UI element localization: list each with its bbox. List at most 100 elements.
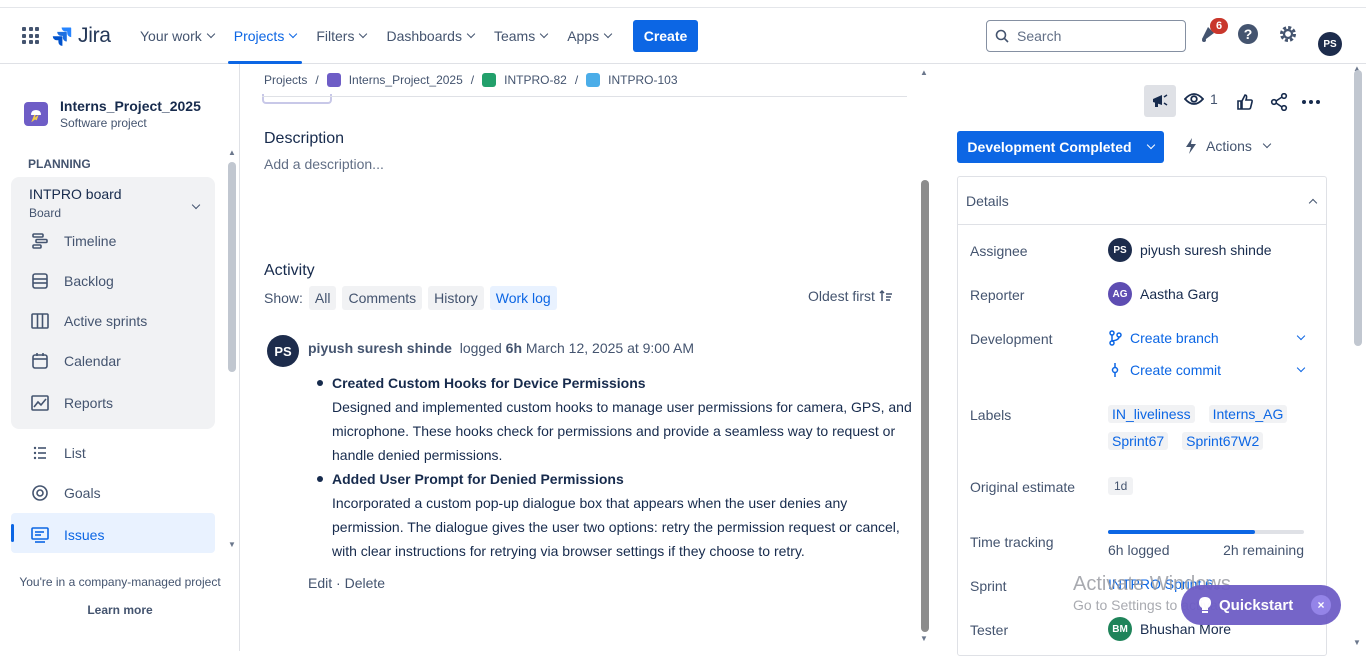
sidebar-item-list[interactable]: List — [30, 443, 86, 463]
sidebar-item-issues[interactable]: Issues — [30, 525, 104, 545]
sidebar-item-calendar[interactable]: Calendar — [30, 351, 121, 371]
description-field[interactable]: Add a description... — [264, 156, 384, 172]
subtask-icon — [586, 73, 601, 87]
time-tracking-label: Time tracking — [970, 534, 1054, 550]
board-title[interactable]: INTPRO board — [29, 186, 122, 202]
sidebar-item-reports[interactable]: Reports — [30, 393, 113, 413]
label-tag[interactable]: Interns_AG — [1208, 405, 1288, 423]
sidebar-item-label: Calendar — [64, 353, 121, 369]
nav-label: Dashboards — [386, 28, 462, 44]
project-header[interactable]: Interns_Project_2025 Software project — [24, 98, 201, 130]
feedback-button[interactable] — [1144, 85, 1176, 117]
scroll-down-arrow-icon[interactable]: ▼ — [228, 540, 236, 549]
board-group: INTPRO board Board — [11, 177, 215, 429]
nav-apps[interactable]: Apps — [557, 8, 621, 64]
scroll-up-arrow-icon[interactable]: ▲ — [228, 148, 236, 157]
actions-dropdown[interactable]: Actions — [1184, 137, 1272, 155]
quickstart-button[interactable]: Quickstart × — [1181, 585, 1341, 625]
chevron-down-icon[interactable] — [1296, 331, 1306, 341]
jira-logo[interactable]: Jira — [52, 24, 111, 48]
share-button[interactable] — [1267, 90, 1291, 114]
create-button[interactable]: Create — [633, 20, 698, 52]
delete-link[interactable]: Delete — [345, 575, 385, 591]
chevron-down-icon — [539, 29, 549, 39]
learn-more-link[interactable]: Learn more — [0, 603, 240, 617]
reporter-name: Aastha Garg — [1140, 286, 1219, 302]
sidebar-item-label: Issues — [64, 527, 105, 543]
chevron-down-icon[interactable] — [1296, 363, 1306, 373]
filter-comments[interactable]: Comments — [342, 286, 423, 310]
nav-dashboards[interactable]: Dashboards — [376, 8, 484, 64]
quickstart-label: Quickstart — [1219, 596, 1294, 614]
breadcrumb-projects[interactable]: Projects — [264, 73, 307, 87]
entry-body: Incorporated a custom pop-up dialogue bo… — [332, 495, 900, 559]
edit-link[interactable]: Edit — [308, 575, 332, 591]
project-avatar-icon — [24, 102, 48, 126]
main-scrollbar[interactable] — [921, 180, 929, 632]
dot-separator: · — [336, 575, 341, 591]
app-switcher-icon[interactable] — [22, 27, 39, 44]
story-icon — [482, 73, 497, 87]
watch-button[interactable]: 1 — [1184, 91, 1218, 107]
sidebar-item-label: Timeline — [64, 233, 117, 249]
nav-label: Your work — [140, 28, 202, 44]
nav-projects[interactable]: Projects — [224, 8, 307, 64]
chevron-down-icon — [359, 29, 368, 39]
notifications-badge: 6 — [1210, 18, 1228, 34]
status-dropdown[interactable]: Development Completed — [957, 131, 1164, 163]
labels-row-2: Sprint67 Sprint67W2 — [1108, 432, 1269, 450]
chevron-down-icon[interactable] — [187, 195, 201, 213]
create-branch-link[interactable]: Create branch — [1108, 330, 1306, 346]
project-sidebar: Interns_Project_2025 Software project PL… — [0, 64, 240, 651]
label-tag[interactable]: Sprint67 — [1108, 432, 1169, 450]
label-tag[interactable]: IN_liveliness — [1108, 405, 1195, 423]
jira-logo-icon — [52, 27, 72, 46]
page-scrollbar[interactable] — [1354, 70, 1362, 346]
filter-work-log[interactable]: Work log — [489, 286, 557, 310]
sidebar-selected-indicator — [11, 524, 14, 542]
chevron-down-icon — [466, 29, 476, 39]
sidebar-scrollbar[interactable] — [228, 162, 236, 372]
filter-history[interactable]: History — [428, 286, 484, 310]
search-input[interactable]: Search — [986, 20, 1186, 52]
scroll-down-arrow-icon[interactable]: ▼ — [920, 634, 928, 643]
sidebar-item-active-sprints[interactable]: Active sprints — [30, 311, 147, 331]
scroll-down-arrow-icon[interactable]: ▼ — [1353, 638, 1361, 647]
more-actions-button[interactable] — [1299, 90, 1323, 114]
sidebar-item-timeline[interactable]: Timeline — [30, 231, 116, 251]
nav-filters[interactable]: Filters — [306, 8, 376, 64]
development-label: Development — [970, 331, 1053, 347]
chevron-up-icon[interactable] — [1308, 198, 1318, 207]
filter-all[interactable]: All — [308, 286, 337, 310]
profile-avatar[interactable]: PS — [1318, 32, 1342, 56]
breadcrumb-separator: / — [470, 73, 475, 87]
label-tag[interactable]: Sprint67W2 — [1182, 432, 1264, 450]
chevron-down-icon — [1146, 140, 1155, 150]
details-header[interactable]: Details — [958, 177, 1326, 225]
time-tracking-bar[interactable] — [1108, 530, 1304, 534]
assignee-field[interactable]: PS piyush suresh shinde — [1108, 238, 1272, 262]
nav-teams[interactable]: Teams — [484, 8, 557, 64]
sidebar-item-goals[interactable]: Goals — [30, 483, 101, 503]
reporter-field[interactable]: AG Aastha Garg — [1108, 282, 1219, 306]
top-navigation: Jira Your work Projects Filters Dashboar… — [0, 8, 1366, 64]
vote-button[interactable] — [1233, 90, 1257, 114]
estimate-value: 1d — [1108, 477, 1134, 495]
sidebar-item-label: Goals — [64, 485, 101, 501]
estimate-field[interactable]: 1d — [1108, 477, 1134, 495]
help-button[interactable]: ? — [1236, 22, 1260, 46]
settings-button[interactable] — [1276, 22, 1300, 46]
breadcrumb-project[interactable]: Interns_Project_2025 — [349, 73, 463, 87]
sidebar-item-backlog[interactable]: Backlog — [30, 271, 114, 291]
breadcrumb-parent-issue[interactable]: INTPRO-82 — [504, 73, 567, 87]
create-commit-link[interactable]: Create commit — [1108, 362, 1306, 378]
close-icon[interactable]: × — [1311, 595, 1331, 615]
breadcrumb-current-issue[interactable]: INTPRO-103 — [608, 73, 677, 87]
chevron-down-icon — [289, 29, 298, 39]
nav-your-work[interactable]: Your work — [130, 8, 224, 64]
scroll-up-arrow-icon[interactable]: ▲ — [920, 68, 928, 77]
sort-order-button[interactable]: Oldest first — [808, 288, 893, 304]
worklog-avatar[interactable]: PS — [267, 335, 299, 367]
worklog-author[interactable]: piyush suresh shinde — [308, 340, 452, 356]
lightning-icon — [1186, 138, 1196, 154]
